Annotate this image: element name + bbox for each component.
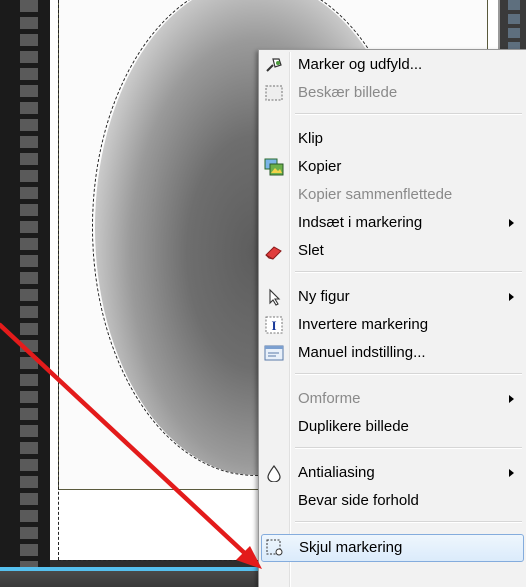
menu-item-kopier[interactable]: Kopier [261,154,524,180]
film-strip [0,0,50,572]
menu-item-label: Klip [298,130,324,147]
menu-item-label: Duplikere billede [298,418,409,435]
submenu-arrow-icon [509,293,514,301]
menu-item-ny-figur[interactable]: Ny figur [261,284,524,310]
menu-item-label: Indsæt i markering [298,214,423,231]
menu-item-label: Ny figur [298,288,350,305]
menu-separator [295,373,522,375]
menu-item-label: Beskær billede [298,84,398,101]
magic-select-icon [264,56,284,74]
submenu-arrow-icon [509,469,514,477]
menu-item-label: Slet [298,242,324,259]
menu-item-marker-og-udfyld[interactable]: Marker og udfyld... [261,52,524,78]
menu-item-label: Omforme [298,390,361,407]
crop-icon [264,84,284,102]
menu-item-label: Kopier [298,158,342,175]
context-menu: Marker og udfyld... Beskær billede Klip … [258,49,526,587]
menu-item-invertere-markering[interactable]: I Invertere markering [261,312,524,338]
submenu-arrow-icon [509,219,514,227]
menu-item-manuel-indstilling[interactable]: Manuel indstilling... [261,340,524,366]
menu-item-antialiasing[interactable]: Antialiasing [261,460,524,486]
submenu-arrow-icon [509,395,514,403]
menu-separator [295,271,522,273]
menu-item-label: Kopier sammenflettede [298,186,453,203]
menu-item-label: Bevar side forhold [298,492,419,509]
invert-selection-icon: I [264,316,284,334]
menu-item-beskaer-billede[interactable]: Beskær billede [261,80,524,106]
menu-item-label: Skjul markering [299,539,403,556]
menu-item-label: Marker og udfyld... [298,56,423,73]
hide-selection-icon [265,539,285,557]
menu-item-indsaet-i-markering[interactable]: Indsæt i markering [261,210,524,236]
menu-item-label: Antialiasing [298,464,375,481]
menu-item-omforme[interactable]: Omforme [261,386,524,412]
menu-separator [295,521,522,523]
selection-marquee-left [58,0,59,560]
film-strip-holes [20,0,38,572]
menu-item-skjul-markering[interactable]: Skjul markering [261,534,524,562]
manual-settings-icon [264,344,284,362]
menu-item-label: Manuel indstilling... [298,344,426,361]
svg-text:I: I [271,318,276,333]
menu-item-label: Invertere markering [298,316,429,333]
menu-separator [295,447,522,449]
menu-item-kopier-sammenflettede[interactable]: Kopier sammenflettede [261,182,524,208]
menu-item-duplikere-billede[interactable]: Duplikere billede [261,414,524,440]
menu-item-klip[interactable]: Klip [261,126,524,152]
copy-image-icon [264,158,284,176]
menu-item-bevar-side-forhold[interactable]: Bevar side forhold [261,488,524,514]
menu-separator [295,113,522,115]
drop-icon [264,464,284,482]
pointer-icon [264,288,284,306]
menu-item-slet[interactable]: Slet [261,238,524,264]
eraser-icon [264,242,284,260]
